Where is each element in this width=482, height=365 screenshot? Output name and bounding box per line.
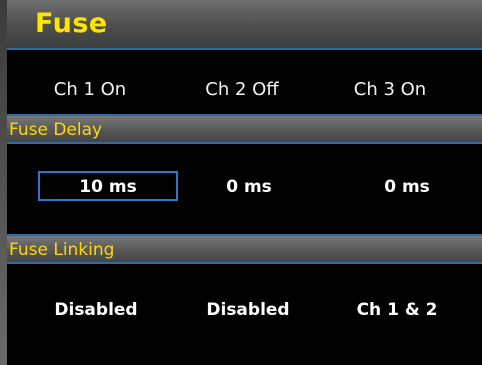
- title-bar: Fuse: [7, 0, 482, 50]
- channel-2-status[interactable]: Ch 2 Off: [187, 79, 297, 100]
- fuse-panel: Fuse Ch 1 On Ch 2 Off Ch 3 On Fuse Delay…: [7, 0, 482, 365]
- fuse-linking-header: Fuse Linking: [7, 234, 482, 264]
- ch2-fuse-delay-field[interactable]: 0 ms: [194, 177, 304, 197]
- ch1-fuse-linking-field[interactable]: Disabled: [31, 300, 161, 320]
- screen-left-edge: [0, 0, 7, 365]
- page-title: Fuse: [35, 8, 108, 39]
- channel-status-row: Ch 1 On Ch 2 Off Ch 3 On: [7, 64, 482, 114]
- fuse-linking-label: Fuse Linking: [9, 240, 115, 260]
- fuse-delay-label: Fuse Delay: [9, 120, 103, 140]
- ch3-fuse-delay-field[interactable]: 0 ms: [352, 177, 462, 197]
- ch1-fuse-delay-field[interactable]: 10 ms: [38, 177, 178, 197]
- ch3-fuse-linking-field[interactable]: Ch 1 & 2: [332, 300, 462, 320]
- ch2-fuse-linking-field[interactable]: Disabled: [183, 300, 313, 320]
- instrument-screen: Fuse Ch 1 On Ch 2 Off Ch 3 On Fuse Delay…: [0, 0, 482, 365]
- fuse-delay-header: Fuse Delay: [7, 114, 482, 144]
- channel-1-status[interactable]: Ch 1 On: [35, 79, 145, 100]
- channel-3-status[interactable]: Ch 3 On: [335, 79, 445, 100]
